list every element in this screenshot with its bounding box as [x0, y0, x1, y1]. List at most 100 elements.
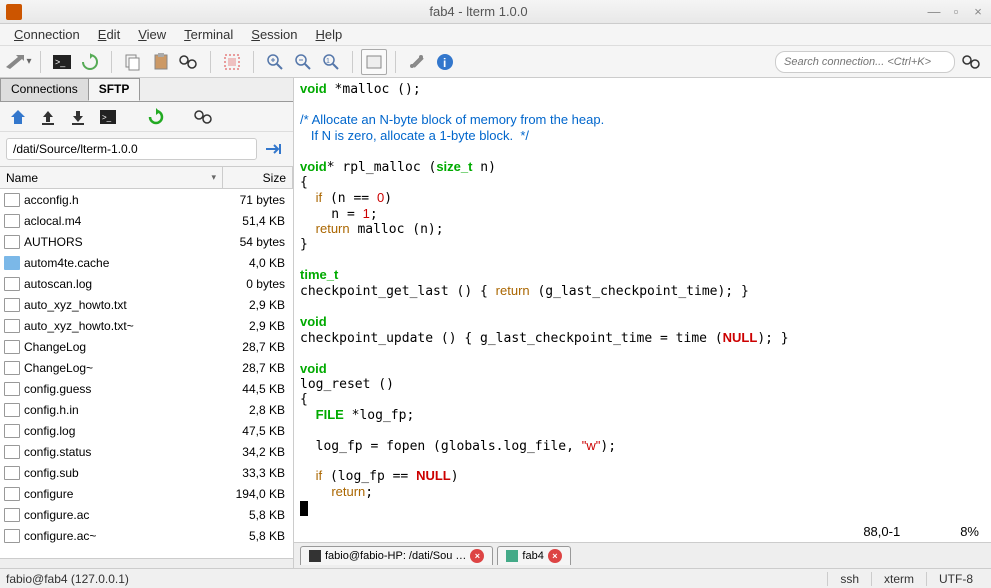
list-item[interactable]: autoscan.log0 bytes — [0, 273, 293, 294]
list-item[interactable]: aclocal.m451,4 KB — [0, 210, 293, 231]
svg-text:1: 1 — [326, 58, 330, 65]
list-item[interactable]: config.status34,2 KB — [0, 441, 293, 462]
list-item[interactable]: ChangeLog~28,7 KB — [0, 357, 293, 378]
toolbar: >_ 1 i — [0, 46, 991, 78]
menu-edit[interactable]: Edit — [90, 25, 128, 44]
menu-terminal[interactable]: Terminal — [176, 25, 241, 44]
list-item[interactable]: autom4te.cache4,0 KB — [0, 252, 293, 273]
settings-button[interactable] — [404, 49, 430, 75]
path-input[interactable] — [6, 138, 257, 160]
code-area[interactable]: void *malloc (); /* Allocate an N-byte b… — [294, 78, 991, 524]
status-encoding: UTF-8 — [926, 572, 985, 586]
file-name: config.guess — [24, 382, 223, 396]
file-icon — [4, 445, 20, 459]
close-tab-icon[interactable]: × — [548, 549, 562, 563]
terminal-here-button[interactable]: >_ — [96, 105, 120, 129]
file-icon — [4, 319, 20, 333]
tab-connections[interactable]: Connections — [0, 78, 89, 101]
file-icon — [4, 403, 20, 417]
zoom-reset-button[interactable]: 1 — [318, 49, 344, 75]
folder-icon — [4, 256, 20, 270]
maximize-button[interactable]: ▫ — [949, 5, 963, 19]
file-icon — [4, 424, 20, 438]
search-button[interactable] — [959, 49, 985, 75]
file-list[interactable]: Name▾ Size acconfig.h71 bytesaclocal.m45… — [0, 166, 293, 558]
file-name: ChangeLog — [24, 340, 223, 354]
paste-button[interactable] — [148, 49, 174, 75]
minimize-button[interactable]: — — [927, 5, 941, 19]
list-item[interactable]: config.h.in2,8 KB — [0, 399, 293, 420]
home-button[interactable] — [6, 105, 30, 129]
file-name: auto_xyz_howto.txt~ — [24, 319, 223, 333]
menu-view[interactable]: View — [130, 25, 174, 44]
terminal-tab-1[interactable]: fabio@fabio-HP: /dati/Sou … × — [300, 546, 493, 565]
file-icon — [4, 298, 20, 312]
status-host: fabio@fab4 (127.0.0.1) — [6, 572, 129, 586]
sftp-toolbar: >_ — [0, 102, 293, 132]
find-files-button[interactable] — [192, 105, 216, 129]
menubar: Connection Edit View Terminal Session He… — [0, 24, 991, 46]
file-icon — [4, 508, 20, 522]
upload-button[interactable] — [36, 105, 60, 129]
zoom-out-button[interactable] — [290, 49, 316, 75]
list-item[interactable]: configure194,0 KB — [0, 483, 293, 504]
terminal-pane: void *malloc (); /* Allocate an N-byte b… — [294, 78, 991, 568]
go-button[interactable] — [261, 136, 287, 162]
list-item[interactable]: ChangeLog28,7 KB — [0, 336, 293, 357]
menu-connection[interactable]: Connection — [6, 25, 88, 44]
file-size: 0 bytes — [223, 277, 289, 291]
list-item[interactable]: auto_xyz_howto.txt~2,9 KB — [0, 315, 293, 336]
refresh-button[interactable] — [144, 105, 168, 129]
download-button[interactable] — [66, 105, 90, 129]
file-size: 4,0 KB — [223, 256, 289, 270]
col-header-name[interactable]: Name▾ — [0, 167, 223, 188]
statusbar: fabio@fab4 (127.0.0.1) ssh xterm UTF-8 — [0, 568, 991, 588]
window-button[interactable] — [361, 49, 387, 75]
connect-button[interactable] — [6, 49, 32, 75]
file-size: 47,5 KB — [223, 424, 289, 438]
terminal-icon — [309, 550, 321, 562]
select-all-button[interactable] — [219, 49, 245, 75]
file-size: 28,7 KB — [223, 340, 289, 354]
terminal-tab-2[interactable]: fab4 × — [497, 546, 570, 565]
menu-session[interactable]: Session — [243, 25, 305, 44]
copy-button[interactable] — [120, 49, 146, 75]
close-button[interactable]: × — [971, 5, 985, 19]
tab-sftp[interactable]: SFTP — [88, 78, 141, 101]
window-title: fab4 - lterm 1.0.0 — [30, 4, 927, 19]
reload-button[interactable] — [77, 49, 103, 75]
list-item[interactable]: acconfig.h71 bytes — [0, 189, 293, 210]
list-item[interactable]: config.log47,5 KB — [0, 420, 293, 441]
file-name: config.log — [24, 424, 223, 438]
scroll-percent: 8% — [960, 524, 979, 542]
find-button[interactable] — [176, 49, 202, 75]
file-size: 5,8 KB — [223, 529, 289, 543]
file-name: config.status — [24, 445, 223, 459]
list-item[interactable]: auto_xyz_howto.txt2,9 KB — [0, 294, 293, 315]
list-item[interactable]: config.sub33,3 KB — [0, 462, 293, 483]
zoom-in-button[interactable] — [262, 49, 288, 75]
list-item[interactable]: config.guess44,5 KB — [0, 378, 293, 399]
file-size: 2,8 KB — [223, 403, 289, 417]
list-item[interactable]: AUTHORS54 bytes — [0, 231, 293, 252]
left-pane: Connections SFTP >_ Name▾ Size acconfig.… — [0, 78, 294, 568]
terminal-tabs: fabio@fabio-HP: /dati/Sou … × fab4 × — [294, 542, 991, 568]
list-item[interactable]: configure.ac5,8 KB — [0, 504, 293, 525]
info-button[interactable]: i — [432, 49, 458, 75]
svg-text:>_: >_ — [55, 57, 66, 67]
file-name: AUTHORS — [24, 235, 223, 249]
file-icon — [4, 382, 20, 396]
file-name: aclocal.m4 — [24, 214, 223, 228]
list-item[interactable]: configure.ac~5,8 KB — [0, 525, 293, 546]
col-header-size[interactable]: Size — [223, 167, 293, 188]
file-name: autom4te.cache — [24, 256, 223, 270]
terminal-button[interactable]: >_ — [49, 49, 75, 75]
file-name: configure.ac — [24, 508, 223, 522]
file-icon — [4, 487, 20, 501]
file-size: 71 bytes — [223, 193, 289, 207]
search-input[interactable] — [775, 51, 955, 73]
menu-help[interactable]: Help — [308, 25, 351, 44]
horizontal-scrollbar[interactable] — [0, 558, 293, 568]
close-tab-icon[interactable]: × — [470, 549, 484, 563]
file-icon — [4, 529, 20, 543]
